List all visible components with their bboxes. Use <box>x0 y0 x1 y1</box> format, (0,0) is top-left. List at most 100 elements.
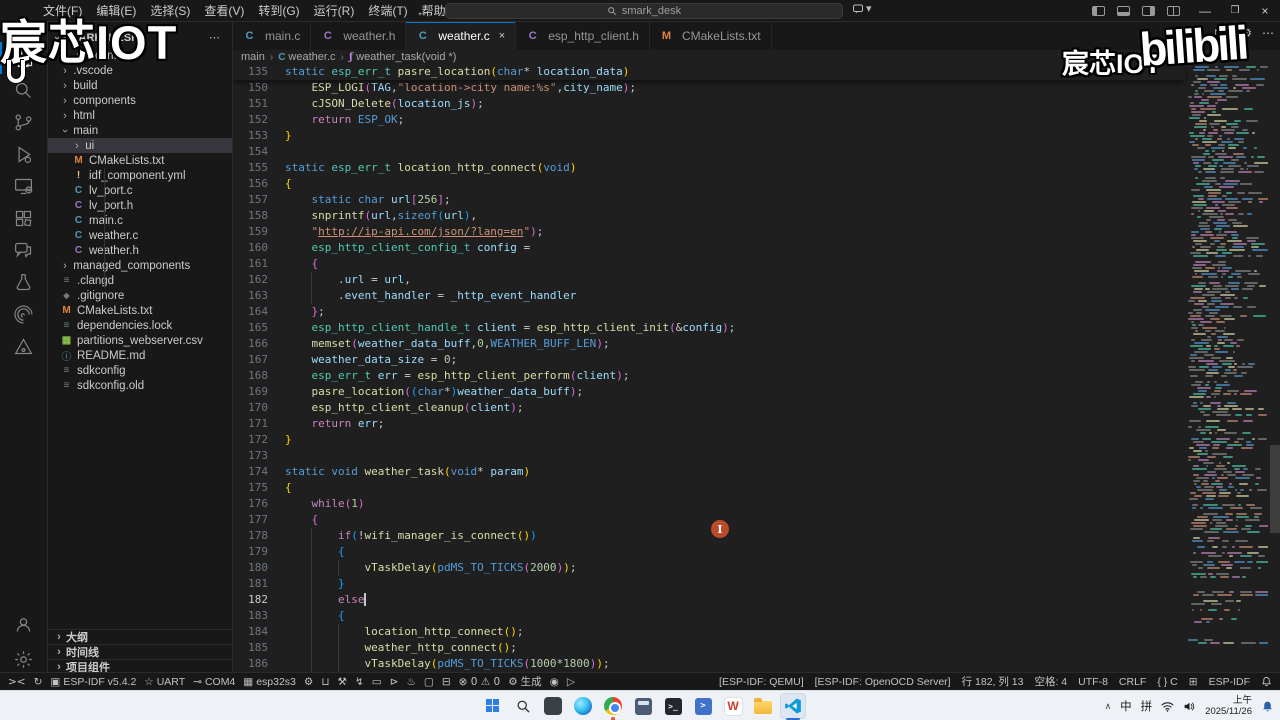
remote-indicator[interactable]: >< <box>8 676 26 688</box>
tree-root-folder[interactable]: › SMARK_DESK ⋯ <box>48 30 232 45</box>
cmd-taskbar-icon[interactable]: >_ <box>660 693 686 719</box>
vscode-taskbar-icon[interactable] <box>780 693 806 720</box>
tree-item-sdkconfig[interactable]: ≡ sdkconfig <box>48 363 232 378</box>
tree-item-.devcontainer[interactable]: › .devcontainer <box>48 48 232 63</box>
toggle-panel-icon[interactable] <box>1117 6 1130 16</box>
launch-icon[interactable]: ▷ <box>567 676 575 688</box>
espidf-version[interactable]: ▣ ESP-IDF v5.4.2 <box>50 676 136 688</box>
chrome-taskbar-icon[interactable] <box>600 693 626 720</box>
toggle-secondary-sidebar-icon[interactable] <box>1142 6 1155 16</box>
run-button[interactable]: ▷ <box>1215 26 1224 40</box>
tree-item-.clangd[interactable]: ≡ .clangd <box>48 273 232 288</box>
explorer-taskbar-icon[interactable] <box>750 693 776 719</box>
close-button[interactable]: × <box>1250 0 1280 22</box>
search-taskbar-icon[interactable] <box>510 693 536 719</box>
minimap[interactable] <box>1185 64 1268 672</box>
status-ESP-IDF[interactable]: ESP-IDF <box>1209 676 1250 688</box>
menuconfig-icon[interactable]: ⚙ <box>304 676 313 688</box>
minimize-button[interactable]: — <box>1190 0 1220 22</box>
back-arrow-icon[interactable]: ← <box>416 4 429 19</box>
tree-item-html[interactable]: › html <box>48 108 232 123</box>
tree-item-.vscode[interactable]: › .vscode <box>48 63 232 78</box>
build-flash-monitor-icon[interactable]: ♨ <box>407 676 416 688</box>
chat-icon[interactable] <box>0 234 47 266</box>
edge-taskbar-icon[interactable] <box>570 693 596 719</box>
cmake-build[interactable]: ⚙ 生成 <box>508 674 541 689</box>
code-editor[interactable]: 150 ESP_LOGI(TAG,"location->city name:%s… <box>233 80 1185 672</box>
close-tab-icon[interactable]: × <box>499 30 505 42</box>
powershell-taskbar-icon[interactable]: > <box>690 693 716 719</box>
layout-controls[interactable] <box>1092 0 1180 22</box>
run-debug-icon[interactable] <box>0 138 47 170</box>
tree-item-.gitignore[interactable]: ◆ .gitignore <box>48 288 232 303</box>
notifications-bell-icon[interactable] <box>1261 676 1272 687</box>
tab-esp_http_client.h[interactable]: Cesp_http_client.h <box>516 22 650 50</box>
section-时间线[interactable]: › 时间线 <box>48 644 232 659</box>
menu-选择[interactable]: 选择(S) <box>143 0 197 22</box>
full-clean-icon[interactable]: ⊔ <box>321 676 329 688</box>
menu-编辑[interactable]: 编辑(E) <box>89 0 143 22</box>
wps-taskbar-icon[interactable]: W <box>720 693 746 719</box>
menu-查看[interactable]: 查看(V) <box>197 0 251 22</box>
flash-icon[interactable]: ↯ <box>355 676 364 688</box>
build-icon[interactable]: ⚒ <box>338 676 347 688</box>
status-[ESP-IDF: QEMU][interactable]: [ESP-IDF: QEMU] <box>719 676 804 688</box>
darkapp-taskbar-icon[interactable] <box>540 693 566 719</box>
tree-item-dependencies.lock[interactable]: ≡ dependencies.lock <box>48 318 232 333</box>
status-UTF-8[interactable]: UTF-8 <box>1078 676 1108 688</box>
breadcrumb-item[interactable]: weather.c <box>288 51 335 63</box>
status-{ } C[interactable]: { } C <box>1157 676 1177 688</box>
tree-item-main[interactable]: › main <box>48 123 232 138</box>
breadcrumb-item[interactable]: main <box>241 51 265 63</box>
more-actions-icon[interactable]: ⋯ <box>209 31 220 44</box>
calculator-taskbar-icon[interactable] <box>630 693 656 719</box>
tree-item-managed_components[interactable]: › managed_components <box>48 258 232 273</box>
tab-CMakeLists.txt[interactable]: M CMakeLists.txt <box>649 22 772 50</box>
tree-item-components[interactable]: › components <box>48 93 232 108</box>
source-control-icon[interactable] <box>0 106 47 138</box>
terminal-icon[interactable]: ▢ <box>424 676 434 688</box>
problems[interactable]: ⊗ 0 ⚠ 0 <box>459 676 501 688</box>
editor-actions[interactable]: ▷ ▾ ⚙ ⋯ <box>1215 26 1274 40</box>
account-icon[interactable] <box>0 608 47 640</box>
tab-weather.h[interactable]: Cweather.h <box>311 22 407 50</box>
status-空格: 4[interactable]: 空格: 4 <box>1034 674 1067 689</box>
tray-chevron-icon[interactable]: ∧ <box>1105 701 1112 712</box>
pinyin-indicator[interactable]: 拼 <box>1141 698 1153 714</box>
tree-item-sdkconfig.old[interactable]: ≡ sdkconfig.old <box>48 378 232 393</box>
status-[ESP-IDF: OpenOCD Server][interactable]: [ESP-IDF: OpenOCD Server] <box>815 676 951 688</box>
tree-item-lv_port.c[interactable]: Clv_port.c <box>48 183 232 198</box>
monitor-icon[interactable]: ▭ <box>372 676 382 688</box>
speaker-icon[interactable] <box>1183 701 1196 712</box>
tree-item-CMakeLists.txt[interactable]: M CMakeLists.txt <box>48 153 232 168</box>
tree-item-partitions_webserver.csv[interactable]: ▦ partitions_webserver.csv <box>48 333 232 348</box>
section-大纲[interactable]: › 大纲 <box>48 629 232 644</box>
tree-item-idf_component.yml[interactable]: ! idf_component.yml <box>48 168 232 183</box>
breadcrumb-item[interactable]: weather_task(void *) <box>356 51 456 63</box>
ime-indicator[interactable]: 中 <box>1120 698 1132 714</box>
command-center-search[interactable]: smark_desk <box>445 3 843 19</box>
more-actions-icon[interactable]: ⋯ <box>1262 26 1274 40</box>
restore-button[interactable]: ❐ <box>1220 0 1250 22</box>
flash-method[interactable]: ☆ UART <box>144 676 185 688</box>
status-行 182, 列 13[interactable]: 行 182, 列 13 <box>962 674 1024 689</box>
tree-item-weather.h[interactable]: Cweather.h <box>48 243 232 258</box>
copilot-chat-icon[interactable]: ▾ <box>852 2 872 15</box>
tree-item-build[interactable]: › build <box>48 78 232 93</box>
bug-icon[interactable]: ◉ <box>550 676 559 688</box>
remote-explorer-icon[interactable] <box>0 170 47 202</box>
sync-icon[interactable]: ↻ <box>34 676 43 688</box>
device-target[interactable]: ▦ esp32s3 <box>243 676 296 688</box>
gear-icon[interactable]: ⚙ <box>1241 26 1252 40</box>
esp-idf-icon[interactable] <box>0 298 47 330</box>
menu-文件[interactable]: 文件(F) <box>36 0 89 22</box>
tree-item-README.md[interactable]: ⓘ README.md <box>48 348 232 364</box>
tree-item-weather.c[interactable]: Cweather.c <box>48 228 232 243</box>
tab-main.c[interactable]: Cmain.c <box>233 22 312 50</box>
tab-weather.c[interactable]: Cweather.c × <box>406 22 517 50</box>
idf-terminal-icon[interactable]: ⊟ <box>442 676 451 688</box>
start-taskbar-icon[interactable] <box>480 693 506 719</box>
tree-item-main.c[interactable]: Cmain.c <box>48 213 232 228</box>
tree-item-lv_port.h[interactable]: Clv_port.h <box>48 198 232 213</box>
toggle-sidebar-icon[interactable] <box>1092 6 1105 16</box>
